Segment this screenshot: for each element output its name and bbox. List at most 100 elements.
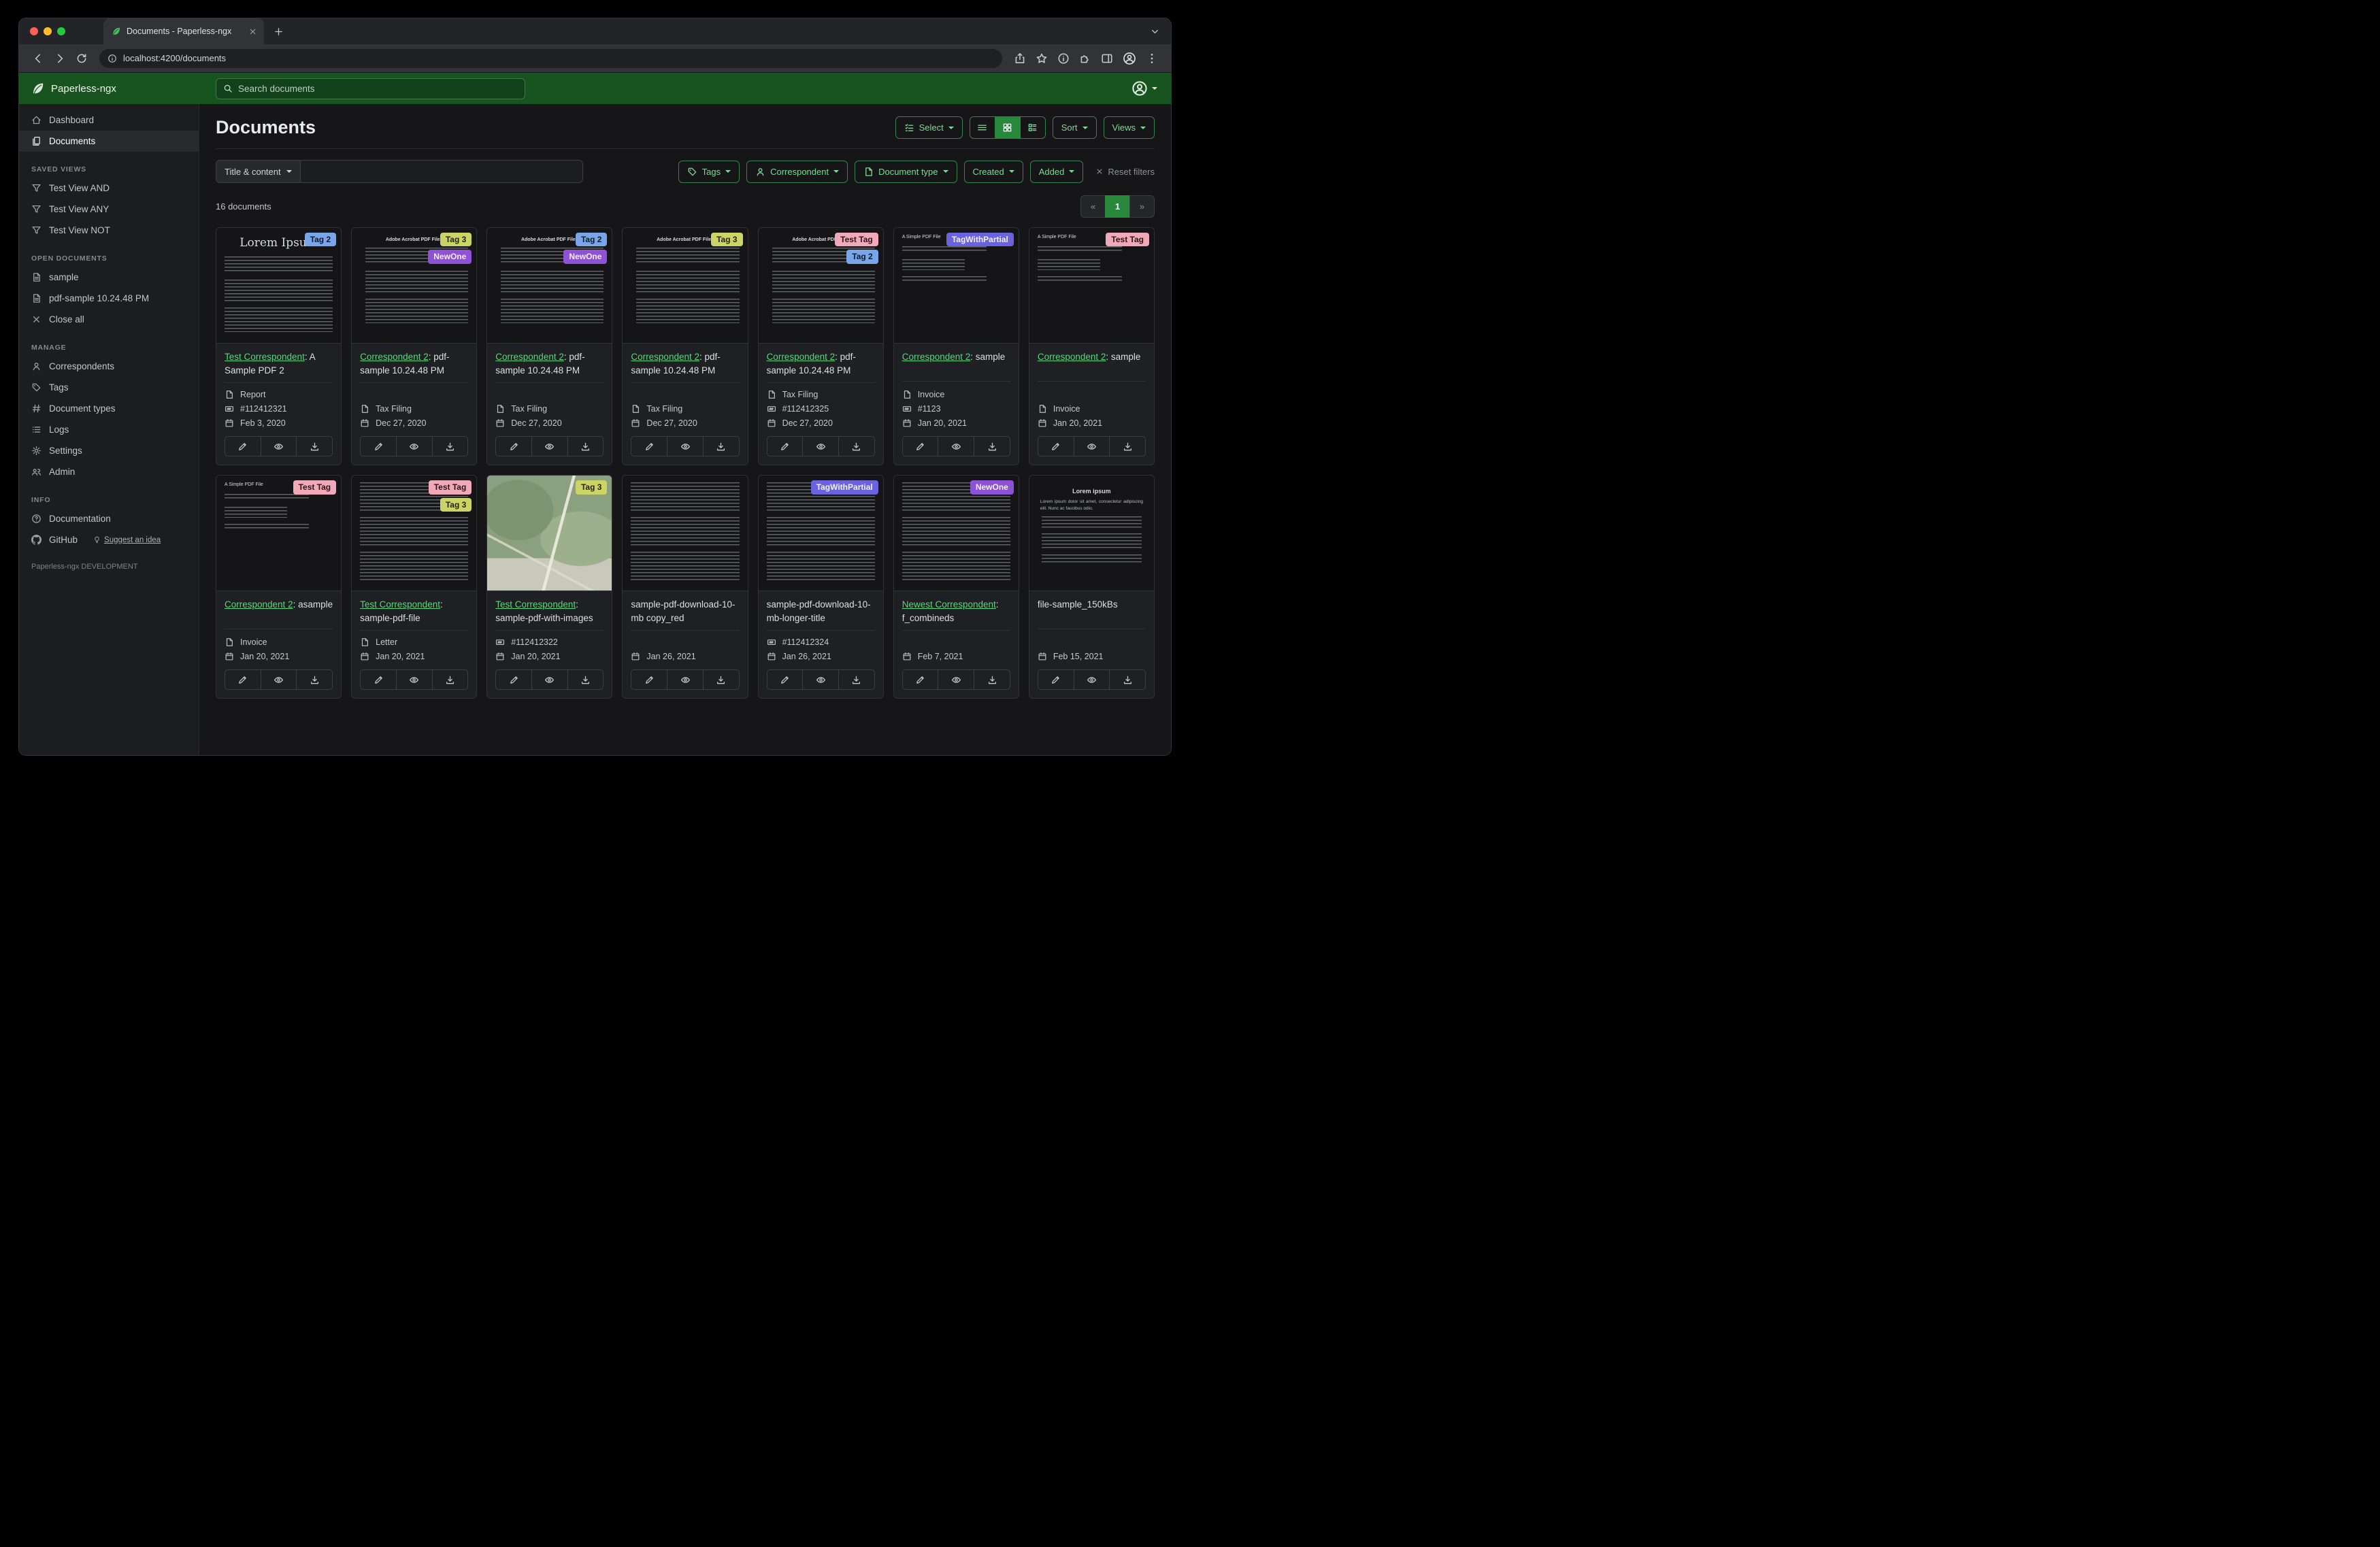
user-menu[interactable] bbox=[1131, 80, 1171, 97]
preview-document-button[interactable] bbox=[938, 436, 975, 457]
sidebar-item-settings[interactable]: Settings bbox=[19, 440, 199, 461]
global-search[interactable] bbox=[216, 78, 525, 99]
tag-badge-tag-2[interactable]: Tag 2 bbox=[846, 250, 878, 264]
preview-document-button[interactable] bbox=[667, 436, 704, 457]
tab-list-chevron-icon[interactable] bbox=[1150, 27, 1160, 37]
tag-badge-newone[interactable]: NewOne bbox=[563, 250, 608, 264]
new-tab-button[interactable] bbox=[274, 27, 284, 37]
forward-button[interactable] bbox=[54, 52, 66, 65]
sidebar-item-dashboard[interactable]: Dashboard bbox=[19, 110, 199, 131]
preview-document-button[interactable] bbox=[260, 436, 297, 457]
edit-document-button[interactable] bbox=[225, 436, 261, 457]
download-document-button[interactable] bbox=[431, 669, 469, 691]
browser-tab[interactable]: Documents - Paperless-ngx bbox=[103, 18, 264, 44]
document-thumbnail[interactable]: A Simple PDF File TagWithPartial bbox=[893, 228, 1019, 344]
edit-document-button[interactable] bbox=[631, 669, 668, 691]
document-thumbnail[interactable]: Adobe Acrobat PDF Files Test Tag Tag 2 bbox=[758, 228, 883, 344]
tag-badge-newone[interactable]: NewOne bbox=[970, 480, 1014, 495]
edit-document-button[interactable] bbox=[360, 669, 397, 691]
preview-document-button[interactable] bbox=[667, 669, 704, 691]
document-correspondent-link[interactable]: Newest Correspondent bbox=[902, 599, 996, 610]
tag-badge-tag-2[interactable]: Tag 2 bbox=[575, 233, 608, 247]
download-document-button[interactable] bbox=[974, 669, 1010, 691]
tag-badge-test-tag[interactable]: Test Tag bbox=[428, 480, 472, 495]
preview-document-button[interactable] bbox=[531, 669, 568, 691]
preview-document-button[interactable] bbox=[531, 436, 568, 457]
browser-profile-button[interactable] bbox=[1123, 52, 1136, 65]
edit-document-button[interactable] bbox=[225, 669, 261, 691]
preview-document-button[interactable] bbox=[802, 669, 839, 691]
document-thumbnail[interactable]: A Simple PDF File Test Tag bbox=[1029, 228, 1154, 344]
filter-field-button[interactable]: Title & content bbox=[216, 160, 301, 183]
edit-document-button[interactable] bbox=[766, 436, 804, 457]
edit-document-button[interactable] bbox=[902, 669, 939, 691]
document-thumbnail[interactable]: Tag 3 bbox=[487, 476, 612, 592]
sort-button[interactable]: Sort bbox=[1052, 116, 1097, 139]
download-document-button[interactable] bbox=[296, 669, 333, 691]
edit-document-button[interactable] bbox=[495, 436, 532, 457]
document-correspondent-link[interactable]: Correspondent 2 bbox=[902, 352, 971, 362]
download-document-button[interactable] bbox=[296, 436, 333, 457]
document-thumbnail[interactable]: TagWithPartial bbox=[758, 476, 883, 592]
document-correspondent-link[interactable]: Test Correspondent bbox=[495, 599, 576, 610]
sidebar-item-test-view-any[interactable]: Test View ANY bbox=[19, 199, 199, 220]
select-button[interactable]: Select bbox=[895, 116, 963, 139]
window-minimize-button[interactable] bbox=[44, 27, 52, 35]
document-correspondent-link[interactable]: Correspondent 2 bbox=[1038, 352, 1106, 362]
bookmark-button[interactable] bbox=[1036, 52, 1048, 65]
views-button[interactable]: Views bbox=[1103, 116, 1155, 139]
view-list-button[interactable] bbox=[969, 116, 995, 139]
document-thumbnail[interactable]: Adobe Acrobat PDF Files Tag 2 NewOne bbox=[487, 228, 612, 344]
tag-badge-tag-2[interactable]: Tag 2 bbox=[304, 233, 337, 247]
sidebar-item-test-view-not[interactable]: Test View NOT bbox=[19, 220, 199, 241]
download-document-button[interactable] bbox=[1109, 436, 1146, 457]
sidebar-item-document-types[interactable]: Document types bbox=[19, 398, 199, 419]
preview-document-button[interactable] bbox=[260, 669, 297, 691]
download-document-button[interactable] bbox=[702, 669, 740, 691]
pagination-next-button[interactable]: » bbox=[1129, 195, 1155, 218]
download-document-button[interactable] bbox=[1109, 669, 1146, 691]
document-correspondent-link[interactable]: Correspondent 2 bbox=[767, 352, 836, 362]
reload-button[interactable] bbox=[76, 52, 88, 65]
tag-badge-newone[interactable]: NewOne bbox=[428, 250, 472, 264]
download-document-button[interactable] bbox=[702, 436, 740, 457]
view-detail-button[interactable] bbox=[1019, 116, 1046, 139]
sidebar-item-admin[interactable]: Admin bbox=[19, 461, 199, 482]
document-thumbnail[interactable]: Test Tag Tag 3 bbox=[352, 476, 477, 592]
app-brand[interactable]: Paperless-ngx bbox=[19, 82, 199, 95]
side-panel-button[interactable] bbox=[1101, 52, 1113, 65]
filter-tags-button[interactable]: Tags bbox=[678, 160, 740, 183]
tag-badge-test-tag[interactable]: Test Tag bbox=[835, 233, 878, 247]
edit-document-button[interactable] bbox=[902, 436, 939, 457]
edit-document-button[interactable] bbox=[1037, 436, 1074, 457]
extensions-button[interactable] bbox=[1079, 52, 1091, 65]
site-info-icon[interactable] bbox=[108, 54, 117, 63]
reset-filters-button[interactable]: Reset filters bbox=[1095, 167, 1155, 177]
sidebar-item-logs[interactable]: Logs bbox=[19, 419, 199, 440]
document-thumbnail[interactable]: A Simple PDF File Test Tag bbox=[216, 476, 342, 592]
document-thumbnail[interactable]: Adobe Acrobat PDF Files Tag 3 bbox=[623, 228, 748, 344]
edit-document-button[interactable] bbox=[631, 436, 668, 457]
preview-document-button[interactable] bbox=[1073, 669, 1110, 691]
edit-document-button[interactable] bbox=[1037, 669, 1074, 691]
download-document-button[interactable] bbox=[567, 436, 604, 457]
tag-badge-tag-3[interactable]: Tag 3 bbox=[440, 497, 472, 512]
preview-document-button[interactable] bbox=[395, 436, 433, 457]
edit-document-button[interactable] bbox=[360, 436, 397, 457]
filter-document-type-button[interactable]: Document type bbox=[855, 160, 957, 183]
sidebar-item-close-all[interactable]: Close all bbox=[19, 309, 199, 330]
filter-added-button[interactable]: Added bbox=[1029, 160, 1084, 183]
window-zoom-button[interactable] bbox=[57, 27, 65, 35]
tag-badge-test-tag[interactable]: Test Tag bbox=[293, 480, 337, 495]
sidebar-item-pdf-sample-10-24-48-pm[interactable]: pdf-sample 10.24.48 PM bbox=[19, 288, 199, 309]
tag-badge-tagwithpartial[interactable]: TagWithPartial bbox=[946, 233, 1014, 247]
search-input[interactable] bbox=[238, 83, 518, 94]
tag-badge-tag-3[interactable]: Tag 3 bbox=[575, 480, 608, 495]
tag-badge-tagwithpartial[interactable]: TagWithPartial bbox=[810, 480, 878, 495]
filter-created-button[interactable]: Created bbox=[963, 160, 1023, 183]
download-document-button[interactable] bbox=[838, 436, 875, 457]
sidebar-item-test-view-and[interactable]: Test View AND bbox=[19, 178, 199, 199]
download-document-button[interactable] bbox=[838, 669, 875, 691]
sidebar-item-documentation[interactable]: Documentation bbox=[19, 508, 199, 529]
filter-text-input[interactable] bbox=[300, 160, 583, 183]
